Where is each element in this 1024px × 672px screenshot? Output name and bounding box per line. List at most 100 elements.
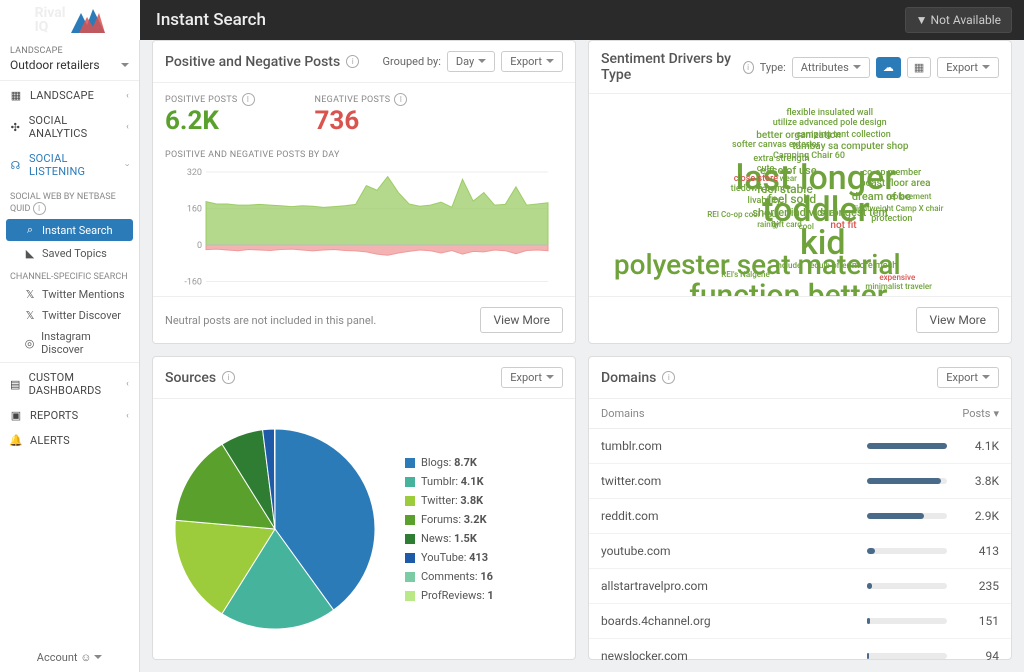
wordcloud-term[interactable]: not fit — [830, 220, 856, 231]
nav-custom-dashboards[interactable]: ▤CUSTOM DASHBOARDS‹ — [0, 365, 139, 403]
cloud-icon: ☁ — [883, 61, 894, 74]
legend-label: Tumblr: 4.1K — [421, 475, 484, 488]
nav-reports[interactable]: ▣REPORTS‹ — [0, 403, 139, 428]
panel-domains: Domains i Export Domains Posts ▾ tumblr.… — [588, 356, 1012, 660]
export-dropdown[interactable]: Export — [501, 367, 563, 388]
table-row[interactable]: tumblr.com4.1K — [589, 429, 1011, 464]
wordcloud-term[interactable]: replacement — [887, 192, 932, 201]
chevron-down-icon — [121, 58, 129, 72]
wordcloud-term[interactable]: co-op member — [862, 168, 921, 178]
export-dropdown[interactable]: Export — [937, 367, 999, 388]
landscape-selector[interactable]: LANDSCAPE Outdoor retailers — [0, 40, 139, 78]
table-row[interactable]: newslocker.com94 — [589, 639, 1011, 672]
grouped-by-dropdown[interactable]: Day — [447, 51, 495, 72]
twitter-icon: 𝕏 — [24, 309, 36, 322]
sub-twitter-mentions[interactable]: 𝕏Twitter Mentions — [0, 284, 139, 305]
legend-item[interactable]: Tumblr: 4.1K — [405, 475, 494, 488]
chevron-down-icon — [982, 61, 990, 74]
wordcloud-term[interactable]: function better — [689, 278, 887, 296]
table-row[interactable]: reddit.com2.9K — [589, 499, 1011, 534]
wordcloud-term[interactable]: minimalist traveler — [865, 282, 932, 291]
wordcloud-term[interactable]: offer — [832, 261, 849, 270]
type-dropdown[interactable]: Attributes — [792, 57, 870, 78]
legend-swatch — [405, 515, 415, 525]
domain-bar — [867, 478, 947, 484]
info-icon[interactable]: i — [662, 371, 675, 384]
wordcloud-term[interactable]: cute — [757, 164, 775, 174]
negative-value: 736 — [315, 106, 408, 136]
wordcloud-term[interactable]: utilize advanced pole design — [773, 118, 887, 128]
export-dropdown[interactable]: Export — [937, 57, 999, 78]
account-link[interactable]: Account ☺ — [0, 651, 139, 664]
panel-sources: Sources i Export Blogs: 8.7KTumblr: 4.1K… — [152, 356, 576, 660]
grouped-by-label: Grouped by: — [383, 55, 441, 68]
legend-item[interactable]: Blogs: 8.7K — [405, 456, 494, 469]
wordcloud-term[interactable]: camping tent collection — [796, 130, 890, 140]
legend-item[interactable]: YouTube: 413 — [405, 551, 494, 564]
wordcloud-term[interactable]: equip — [810, 261, 830, 270]
legend-item[interactable]: Twitter: 3.8K — [405, 494, 494, 507]
info-icon[interactable]: i — [743, 61, 754, 74]
view-more-button[interactable]: View More — [480, 307, 563, 333]
col-posts[interactable]: Posts ▾ — [962, 407, 999, 420]
info-icon[interactable]: i — [346, 55, 359, 68]
domain-value: 235 — [959, 579, 999, 593]
sub-instant-search[interactable]: ⌕Instant Search — [6, 219, 133, 241]
view-more-button[interactable]: View More — [916, 307, 999, 333]
sub-saved-topics[interactable]: ◣Saved Topics — [0, 243, 139, 264]
wordcloud-term[interactable]: REI Co-op cool Haul — [707, 210, 778, 219]
domain-name: tumblr.com — [601, 439, 662, 453]
info-icon[interactable]: i — [222, 371, 235, 384]
table-row[interactable]: allstartravelpro.com235 — [589, 569, 1011, 604]
legend-item[interactable]: News: 1.5K — [405, 532, 494, 545]
table-view-button[interactable]: ▦ — [907, 57, 931, 78]
wordcloud-term[interactable]: REI's Nalgene — [721, 270, 770, 279]
wordcloud-term[interactable]: boast floor area — [860, 178, 931, 189]
wordcloud-term[interactable]: feel stable — [757, 182, 813, 196]
legend-label: Forums: 3.2K — [421, 513, 487, 526]
share-icon: ✣ — [10, 121, 21, 134]
table-row[interactable]: youtube.com413 — [589, 534, 1011, 569]
nav-alerts[interactable]: 🔔ALERTS — [0, 428, 139, 453]
wordcloud-term[interactable]: more mesh — [852, 261, 897, 271]
nav-social-listening[interactable]: ☊SOCIAL LISTENING‹ — [0, 146, 139, 184]
sub-twitter-discover[interactable]: 𝕏Twitter Discover — [0, 305, 139, 326]
legend-item[interactable]: Forums: 3.2K — [405, 513, 494, 526]
not-available-button[interactable]: ▼ Not Available — [905, 7, 1012, 33]
domain-bar — [867, 513, 947, 519]
domain-value: 2.9K — [959, 509, 999, 523]
wordcloud-term[interactable]: include — [775, 261, 801, 270]
legend-item[interactable]: ProfReviews: 1 — [405, 589, 494, 602]
svg-text:-160: -160 — [184, 278, 202, 288]
table-row[interactable]: twitter.com3.8K — [589, 464, 1011, 499]
info-icon: i — [394, 93, 407, 106]
logo-chart-icon — [71, 7, 105, 33]
export-dropdown[interactable]: Export — [501, 51, 563, 72]
domain-bar — [867, 548, 947, 554]
wordcloud-term[interactable]: flexible insulated wall — [786, 108, 873, 118]
domain-value: 3.8K — [959, 474, 999, 488]
col-domain[interactable]: Domains — [601, 407, 645, 420]
wordcloud-term[interactable]: cool — [799, 222, 814, 231]
cloud-view-button[interactable]: ☁ — [876, 57, 901, 78]
legend-swatch — [405, 534, 415, 544]
page-title: Instant Search — [156, 10, 266, 30]
wordcloud-term[interactable]: livability — [748, 196, 781, 206]
svg-text:320: 320 — [187, 168, 202, 178]
wordcloud-term[interactable]: gift card — [772, 220, 802, 229]
legend-label: ProfReviews: 1 — [421, 589, 494, 602]
dashboard-icon: ▤ — [10, 378, 21, 391]
chevron-down-icon — [478, 55, 486, 68]
info-icon: i — [242, 93, 255, 106]
wordcloud-term[interactable]: expensive — [879, 273, 915, 282]
footer-note: Neutral posts are not included in this p… — [165, 314, 376, 327]
nav-social-analytics[interactable]: ✣SOCIAL ANALYTICS‹ — [0, 108, 139, 146]
nav-landscape[interactable]: ▦LANDSCAPE‹ — [0, 83, 139, 108]
table-row[interactable]: boards.4channel.org151 — [589, 604, 1011, 639]
wordcloud-term[interactable]: extra strength — [753, 154, 809, 164]
sub-instagram-discover[interactable]: ◎Instagram Discover — [0, 326, 139, 360]
brand-logo[interactable]: RivalIQ — [0, 0, 140, 40]
top-bar: RivalIQ Instant Search ▼ Not Available — [0, 0, 1024, 40]
sources-pie-chart — [165, 419, 385, 639]
legend-item[interactable]: Comments: 16 — [405, 570, 494, 583]
